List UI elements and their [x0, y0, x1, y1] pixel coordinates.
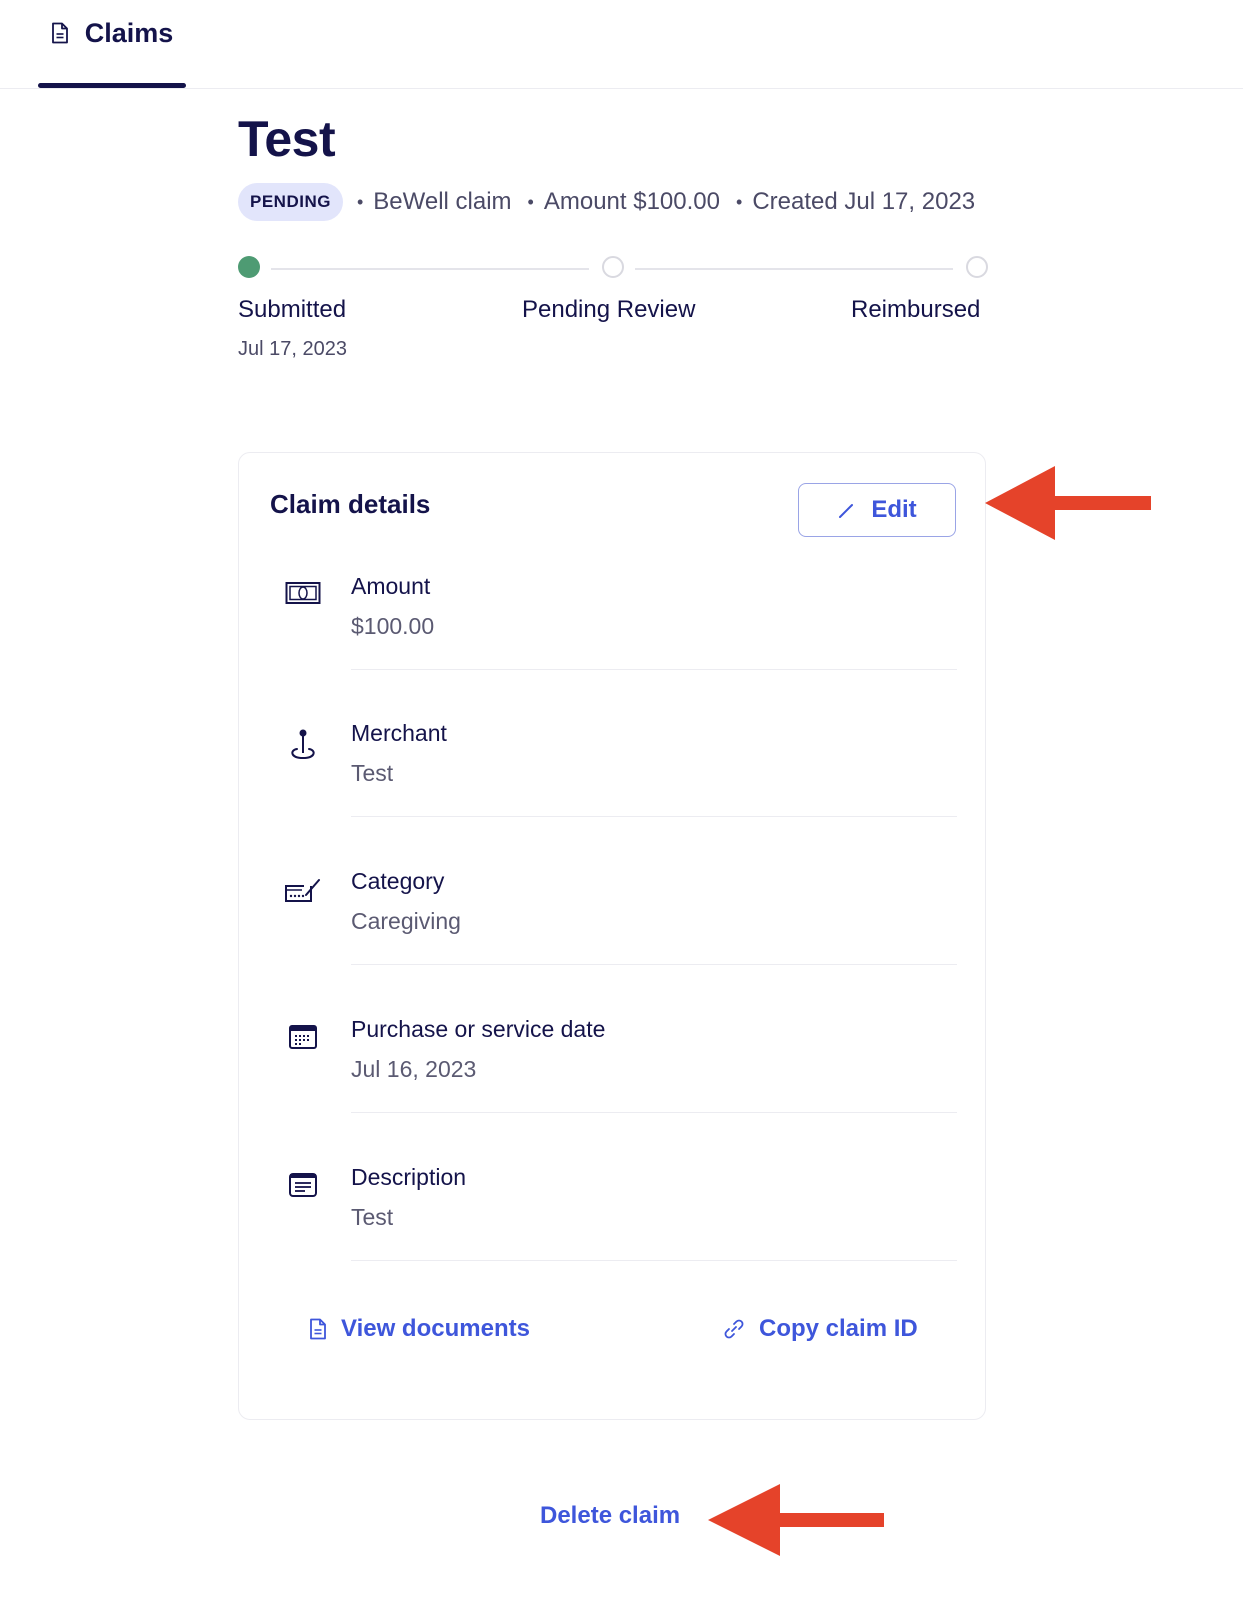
view-documents-link[interactable]: View documents — [309, 1315, 530, 1343]
step-submitted-label: Submitted — [238, 296, 347, 323]
detail-label: Category — [351, 868, 445, 894]
claim-created-text: Created Jul 17, 2023 — [752, 188, 976, 215]
claim-progress-stepper: Submitted Jul 17, 2023 Pending Review Re… — [238, 256, 990, 376]
detail-value: Caregiving — [351, 908, 461, 934]
detail-row-purchase-date: Purchase or service date Jul 16, 2023 — [239, 1016, 987, 1164]
claim-type: • BeWell claim — [357, 188, 512, 216]
tab-bar: Claims — [0, 0, 1243, 89]
step-connector — [635, 268, 953, 270]
document-icon — [51, 22, 69, 44]
note-icon — [283, 1172, 323, 1212]
step-reimbursed-indicator — [966, 256, 988, 278]
link-icon — [723, 1318, 745, 1340]
calendar-icon — [283, 1024, 323, 1064]
card-pen-icon — [283, 876, 323, 916]
claim-amount-text: Amount $100.00 — [543, 188, 720, 215]
document-icon — [309, 1318, 327, 1340]
step-pending-review-label: Pending Review — [522, 296, 696, 323]
step-reimbursed-label: Reimbursed — [851, 296, 981, 323]
step-submitted-date: Jul 17, 2023 — [238, 338, 347, 360]
card-title: Claim details — [270, 489, 431, 519]
divider — [351, 1260, 957, 1261]
detail-label: Purchase or service date — [351, 1016, 606, 1042]
detail-row-description: Description Test — [239, 1164, 987, 1312]
detail-label: Merchant — [351, 720, 447, 746]
view-documents-label: View documents — [341, 1315, 530, 1342]
tab-label: Claims — [84, 17, 174, 48]
separator-dot: • — [736, 191, 743, 212]
claim-created: • Created Jul 17, 2023 — [736, 188, 975, 216]
page-title: Test — [238, 111, 336, 167]
active-tab-indicator — [38, 83, 186, 88]
claim-amount: • Amount $100.00 — [528, 188, 720, 216]
detail-row-category: Category Caregiving — [239, 868, 987, 1016]
detail-label: Amount — [351, 573, 431, 599]
claim-details-card: Claim details Edit Amount $100.00 Mercha… — [238, 452, 986, 1420]
edit-button[interactable]: Edit — [798, 483, 956, 537]
detail-row-amount: Amount $100.00 — [239, 573, 987, 721]
detail-row-merchant: Merchant Test — [239, 720, 987, 868]
detail-label: Description — [351, 1164, 467, 1190]
copy-claim-id-label: Copy claim ID — [759, 1315, 918, 1342]
detail-value: Test — [351, 1204, 394, 1230]
annotation-arrow-icon — [708, 1484, 884, 1556]
edit-button-label: Edit — [871, 496, 917, 523]
detail-value: $100.00 — [351, 613, 435, 639]
step-pending-review-indicator — [602, 256, 624, 278]
divider — [351, 964, 957, 965]
status-badge: PENDING — [238, 183, 343, 221]
detail-value: Jul 16, 2023 — [351, 1056, 477, 1082]
claim-type-text: BeWell claim — [373, 188, 512, 215]
divider — [351, 669, 957, 670]
delete-claim-link[interactable]: Delete claim — [540, 1502, 680, 1530]
step-connector — [271, 268, 589, 270]
step-submitted-indicator — [238, 256, 260, 278]
separator-dot: • — [527, 191, 534, 212]
location-pin-icon — [283, 728, 323, 768]
divider — [351, 816, 957, 817]
claim-detail-page: Claims Test PENDING • BeWell claim • Amo… — [0, 0, 1243, 1600]
divider — [351, 1112, 957, 1113]
annotation-arrow-icon — [985, 466, 1151, 540]
money-icon — [283, 581, 323, 621]
claim-meta: PENDING • BeWell claim • Amount $100.00 … — [238, 182, 991, 222]
detail-value: Test — [351, 760, 394, 786]
tab-claims[interactable]: Claims — [38, 0, 186, 88]
copy-claim-id-link[interactable]: Copy claim ID — [723, 1315, 918, 1343]
pencil-icon — [837, 500, 857, 520]
separator-dot: • — [356, 191, 364, 212]
